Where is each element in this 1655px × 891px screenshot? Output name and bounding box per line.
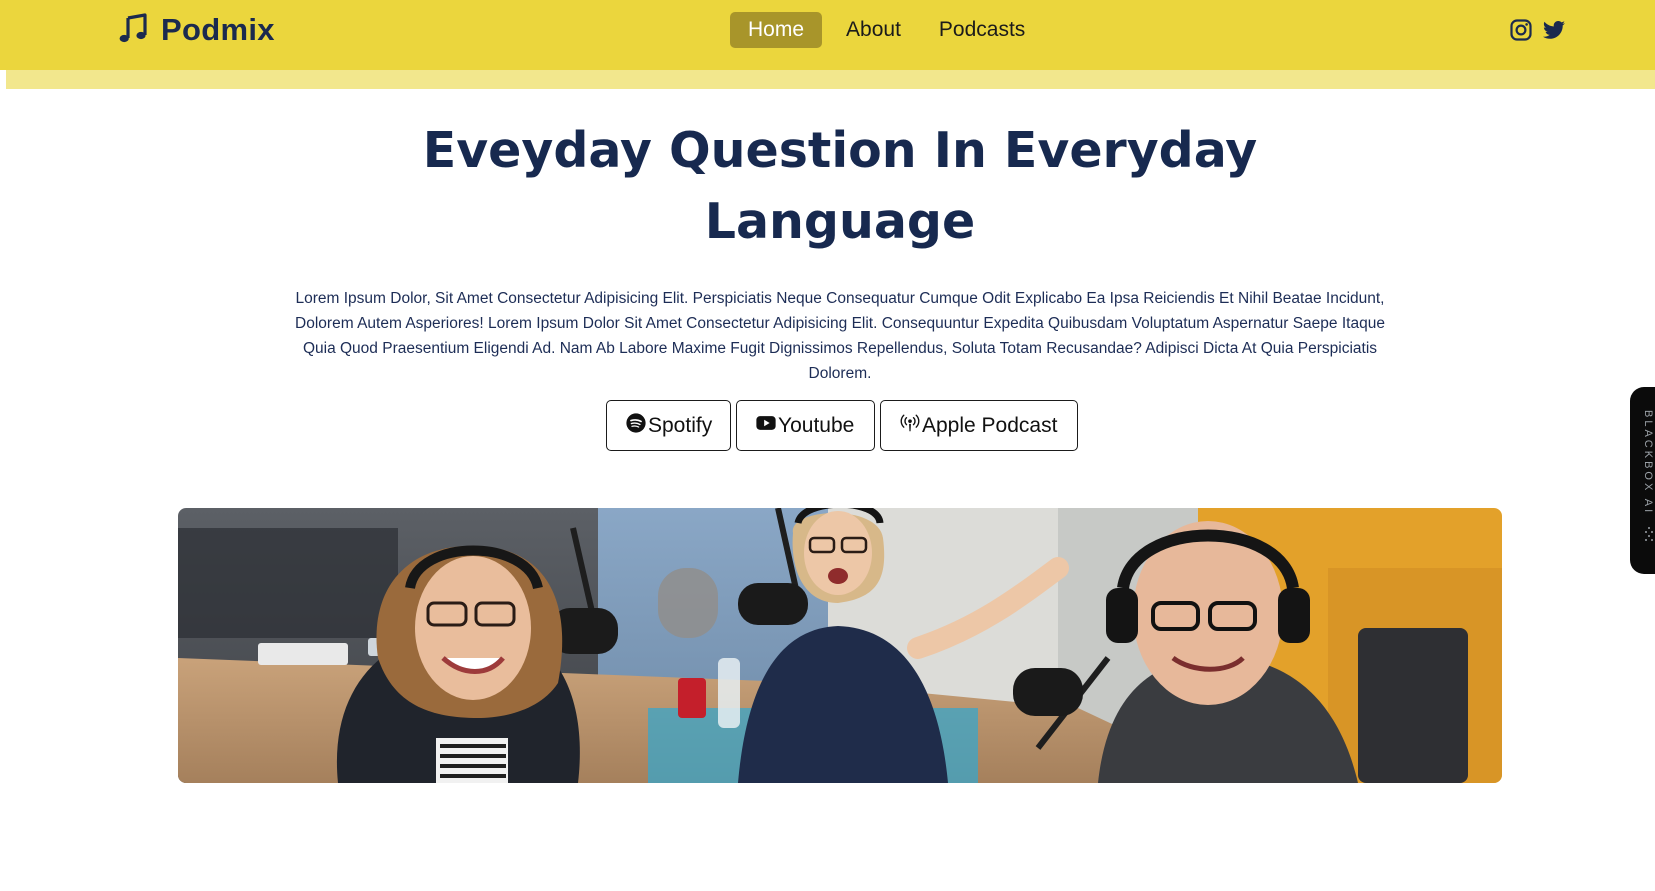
navbar-underlay xyxy=(6,70,1655,89)
instagram-icon[interactable] xyxy=(1509,18,1533,42)
apple-podcast-button-label: Apple Podcast xyxy=(922,413,1058,437)
twitter-icon[interactable] xyxy=(1542,18,1566,42)
youtube-button[interactable]: Youtube xyxy=(736,400,875,451)
youtube-button-label: Youtube xyxy=(778,413,855,437)
platform-buttons: Spotify Youtube Apple Podcast xyxy=(606,400,1078,451)
brand-name: Podmix xyxy=(161,12,275,47)
hero-title-line-1: Eveyday Question In Everyday xyxy=(422,122,1258,179)
hero-description: Lorem Ipsum Dolor, Sit Amet Consectetur … xyxy=(295,290,1385,382)
spotify-icon xyxy=(625,412,648,440)
nav-podcasts[interactable]: Podcasts xyxy=(925,12,1039,48)
music-note-icon xyxy=(117,12,149,49)
side-tab-label: BLACKBOX AI xyxy=(1642,410,1654,516)
nav-home[interactable]: Home xyxy=(730,12,823,48)
brand-logo[interactable]: Podmix xyxy=(117,10,275,50)
spotify-button-label: Spotify xyxy=(648,413,713,437)
main-nav: Home About Podcasts xyxy=(730,12,1039,48)
social-links xyxy=(1509,18,1566,42)
nav-about[interactable]: About xyxy=(832,12,915,48)
podcast-icon xyxy=(899,412,922,440)
sparkle-icon xyxy=(1645,527,1653,541)
youtube-icon xyxy=(755,412,778,440)
hero-title-line-2: Language xyxy=(704,193,976,250)
hero-image xyxy=(178,508,1502,783)
spotify-button[interactable]: Spotify xyxy=(606,400,731,451)
apple-podcast-button[interactable]: Apple Podcast xyxy=(880,400,1078,451)
hero-title: Eveyday Question In Everyday Language xyxy=(340,115,1340,257)
